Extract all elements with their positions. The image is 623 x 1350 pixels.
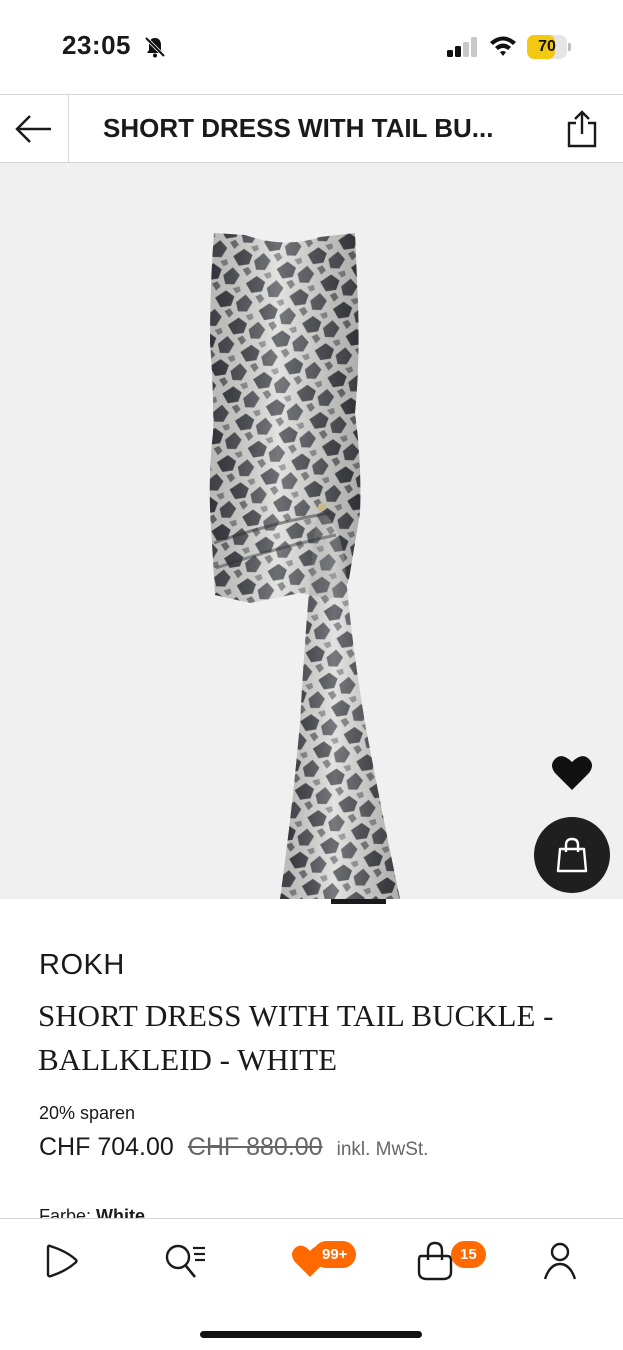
page-title: SHORT DRESS WITH TAIL BU... [103, 113, 494, 143]
share-button[interactable] [562, 109, 602, 149]
battery-indicator: 70 [527, 35, 571, 59]
heart-icon [552, 756, 592, 790]
wifi-icon [490, 36, 516, 56]
brand-name[interactable]: ROKH [39, 949, 125, 982]
image-pager-track [0, 899, 623, 905]
nav-search[interactable] [163, 1239, 207, 1283]
app-header: SHORT DRESS WITH TAIL BU... [0, 94, 623, 163]
product-name: SHORT DRESS WITH TAIL BUCKLE - BALLKLEID… [38, 998, 554, 1077]
shopping-bag-icon [556, 837, 588, 873]
wishlist-badge: 99+ [313, 1241, 357, 1268]
price-current: CHF 704.00 [39, 1133, 174, 1161]
back-arrow-icon [15, 114, 51, 143]
nav-play[interactable] [40, 1239, 84, 1283]
discount-label: 20% sparen [39, 1103, 136, 1123]
status-bar: 23:05 70 [0, 0, 623, 94]
signal-icon [447, 37, 477, 57]
bell-muted-icon [144, 36, 166, 58]
price-original: CHF 880.00 [187, 1133, 323, 1161]
color-selector-label: Farbe: White [39, 1206, 145, 1218]
bag-badge: 15 [451, 1241, 486, 1268]
product-image-gallery[interactable] [0, 163, 623, 899]
bottom-navigation: 99+ 15 [0, 1218, 623, 1350]
color-label: Farbe: [39, 1206, 92, 1218]
bag-icon [417, 1241, 453, 1281]
wishlist-heart-button[interactable] [551, 753, 593, 793]
share-icon [567, 110, 597, 148]
nav-bag[interactable] [413, 1239, 457, 1283]
search-icon [165, 1244, 205, 1278]
tax-note: inkl. MwSt. [336, 1139, 429, 1160]
image-pager-indicator [331, 899, 386, 904]
nav-account[interactable] [538, 1239, 582, 1283]
add-to-bag-button[interactable] [534, 817, 610, 893]
play-icon [46, 1244, 78, 1278]
price-row: CHF 704.00 CHF 880.00 inkl. MwSt. [39, 1133, 428, 1162]
back-button[interactable] [0, 95, 69, 162]
color-value: White [96, 1206, 146, 1218]
product-image [209, 233, 400, 899]
user-icon [543, 1242, 577, 1280]
status-time: 23:05 [62, 30, 131, 60]
battery-level: 70 [538, 38, 556, 55]
home-indicator [200, 1331, 422, 1338]
